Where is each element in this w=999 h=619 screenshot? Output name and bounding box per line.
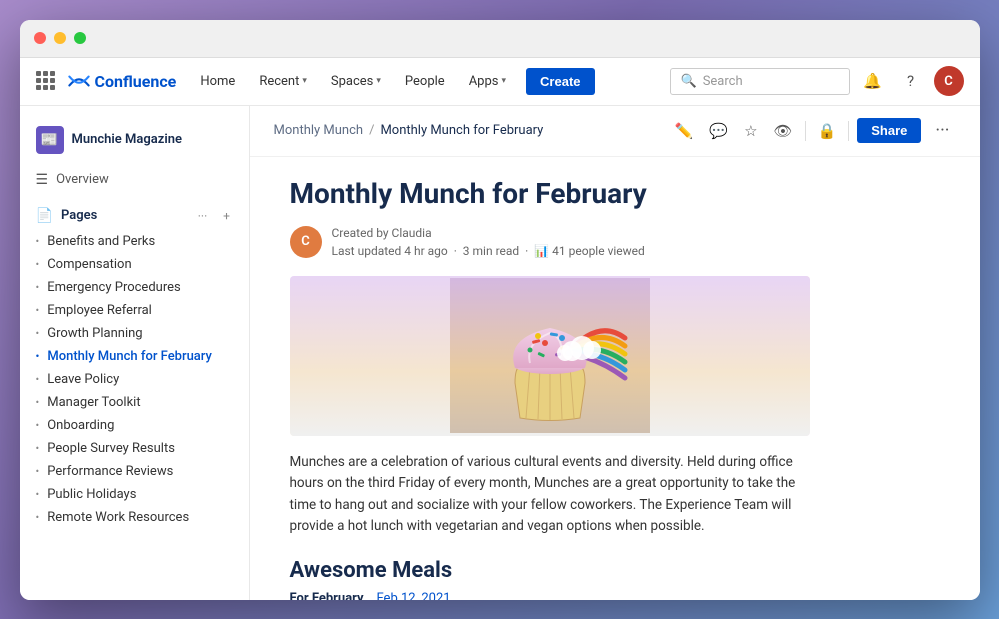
nav-people[interactable]: People	[397, 70, 453, 93]
bullet-icon: •	[36, 419, 40, 432]
sidebar-page-emergency[interactable]: • Emergency Procedures	[36, 276, 249, 299]
sidebar-item-overview[interactable]: ☰ Overview	[20, 166, 249, 194]
page-title: Monthly Munch for February	[290, 177, 940, 210]
nav-apps[interactable]: Apps ▾	[461, 70, 514, 93]
search-icon: 🔍	[681, 74, 697, 89]
sidebar-page-people-survey[interactable]: • People Survey Results	[36, 437, 249, 460]
chevron-down-icon: ▾	[302, 76, 307, 86]
sidebar-page-manager-toolkit[interactable]: • Manager Toolkit	[36, 391, 249, 414]
app-window: Confluence Home Recent ▾ Spaces ▾ People…	[20, 20, 980, 600]
sidebar: 📰 Munchie Magazine ☰ Overview 📄 Pages ··…	[20, 106, 250, 600]
hero-image	[290, 276, 810, 436]
star-icon[interactable]: ☆	[740, 118, 761, 144]
bullet-icon: •	[36, 488, 40, 501]
for-february: For February Feb 12, 2021	[290, 591, 940, 600]
page-description: Munches are a celebration of various cul…	[290, 452, 820, 538]
pages-more-icon[interactable]: ···	[193, 206, 213, 226]
sidebar-page-employee-referral[interactable]: • Employee Referral	[36, 299, 249, 322]
bullet-icon: •	[36, 511, 40, 524]
bullet-icon: •	[36, 258, 40, 271]
space-icon: 📰	[36, 126, 64, 154]
breadcrumb-separator: /	[369, 123, 374, 138]
author-meta: Created by Claudia Last updated 4 hr ago…	[332, 224, 645, 260]
created-by: Created by Claudia	[332, 224, 645, 242]
nav-home[interactable]: Home	[192, 70, 243, 93]
bullet-icon: •	[36, 327, 40, 340]
titlebar	[20, 20, 980, 58]
chevron-down-icon: ▾	[376, 76, 381, 86]
sidebar-page-public-holidays[interactable]: • Public Holidays	[36, 483, 249, 506]
nav-recent[interactable]: Recent ▾	[251, 70, 315, 93]
bullet-icon: •	[36, 442, 40, 455]
confluence-logo[interactable]: Confluence	[68, 70, 177, 92]
logo-text: Confluence	[95, 72, 177, 91]
nav-spaces[interactable]: Spaces ▾	[323, 70, 389, 93]
content-area: 📰 Munchie Magazine ☰ Overview 📄 Pages ··…	[20, 106, 980, 600]
breadcrumb-parent[interactable]: Monthly Munch	[274, 123, 364, 138]
awesome-meals-title: Awesome Meals	[290, 558, 940, 583]
toolbar-actions: ✏️ 💬 ☆ 👁 🔒 Share ···	[671, 118, 956, 144]
bullet-icon: •	[36, 281, 40, 294]
sidebar-page-leave-policy[interactable]: • Leave Policy	[36, 368, 249, 391]
sidebar-page-benefits[interactable]: • Benefits and Perks	[36, 230, 249, 253]
search-bar[interactable]: 🔍 Search	[670, 68, 850, 95]
chevron-down-icon: ▾	[502, 76, 507, 86]
sidebar-page-onboarding[interactable]: • Onboarding	[36, 414, 249, 437]
page-meta: Last updated 4 hr ago · 3 min read · 📊 4…	[332, 242, 645, 260]
create-button[interactable]: Create	[526, 68, 594, 95]
breadcrumb: Monthly Munch / Monthly Munch for Februa…	[274, 123, 544, 138]
sidebar-pages-section: 📄 Pages ··· + • Benefits and Perks •	[20, 194, 249, 533]
bullet-icon: •	[36, 235, 40, 248]
space-header[interactable]: 📰 Munchie Magazine	[20, 118, 249, 166]
sidebar-page-performance[interactable]: • Performance Reviews	[36, 460, 249, 483]
help-icon[interactable]: ?	[896, 66, 926, 96]
breadcrumb-bar: Monthly Munch / Monthly Munch for Februa…	[250, 106, 980, 157]
bullet-icon: •	[36, 465, 40, 478]
more-options-icon[interactable]: ···	[929, 118, 955, 143]
bullet-icon: •	[36, 350, 40, 363]
bullet-icon: •	[36, 304, 40, 317]
space-name: Munchie Magazine	[72, 132, 182, 147]
page-body: Monthly Munch for February C Created by …	[250, 157, 980, 600]
pages-icon: 📄	[36, 208, 53, 224]
author-avatar: C	[290, 226, 322, 258]
minimize-button[interactable]	[54, 32, 66, 44]
lock-icon[interactable]: 🔒	[814, 118, 841, 144]
pages-section-header: 📄 Pages ··· +	[20, 202, 249, 230]
breadcrumb-current: Monthly Munch for February	[380, 123, 543, 138]
bullet-icon: •	[36, 373, 40, 386]
watch-icon[interactable]: 👁	[770, 118, 797, 144]
date-label: Feb 12, 2021	[377, 591, 451, 600]
author-row: C Created by Claudia Last updated 4 hr a…	[290, 224, 940, 260]
bullet-icon: •	[36, 396, 40, 409]
grid-icon[interactable]	[36, 71, 56, 91]
maximize-button[interactable]	[74, 32, 86, 44]
main-content: Monthly Munch / Monthly Munch for Februa…	[250, 106, 980, 600]
edit-icon[interactable]: ✏️	[671, 118, 698, 144]
sidebar-page-growth[interactable]: • Growth Planning	[36, 322, 249, 345]
toolbar-divider-2	[848, 121, 849, 141]
comment-icon[interactable]: 💬	[705, 118, 732, 144]
add-page-icon[interactable]: +	[217, 206, 237, 226]
overview-icon: ☰	[36, 172, 49, 188]
pages-list: • Benefits and Perks • Compensation • Em…	[20, 230, 249, 529]
notifications-bell-icon[interactable]: 🔔	[858, 66, 888, 96]
user-avatar[interactable]: C	[934, 66, 964, 96]
sidebar-page-remote-work[interactable]: • Remote Work Resources	[36, 506, 249, 529]
search-placeholder: Search	[703, 74, 743, 89]
sidebar-page-compensation[interactable]: • Compensation	[36, 253, 249, 276]
sidebar-page-monthly-munch[interactable]: • Monthly Munch for February	[36, 345, 249, 368]
close-button[interactable]	[34, 32, 46, 44]
pages-section-title: Pages	[61, 208, 97, 223]
toolbar-divider	[805, 121, 806, 141]
share-button[interactable]: Share	[857, 118, 921, 143]
top-navigation: Confluence Home Recent ▾ Spaces ▾ People…	[20, 58, 980, 106]
